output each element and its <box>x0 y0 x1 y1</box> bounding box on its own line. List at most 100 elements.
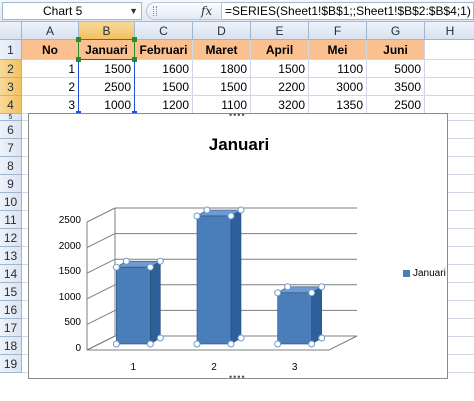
name-box-value: Chart 5 <box>43 4 83 18</box>
column-header-f[interactable]: F <box>309 22 367 40</box>
bar-selection-handle <box>227 212 235 220</box>
y-tick-label: 2500 <box>58 215 81 226</box>
insert-function-icon[interactable]: fx <box>201 3 212 19</box>
bar-selection-handle <box>274 289 282 297</box>
bar-selection-handle <box>112 263 120 271</box>
data-cell[interactable]: 3500 <box>367 78 425 96</box>
column-header-h[interactable]: H <box>425 22 474 40</box>
name-box-dropdown-icon[interactable]: ▼ <box>129 3 138 19</box>
bar-selection-handle <box>122 257 130 265</box>
column-header-d[interactable]: D <box>193 22 251 40</box>
row-header-11[interactable]: 11 <box>0 211 22 229</box>
range-handle[interactable] <box>132 37 137 42</box>
formula-input[interactable]: =SERIES(Sheet1!$B$1;;Sheet1!$B$2:$B$4;1) <box>222 2 474 20</box>
legend-swatch <box>403 270 410 277</box>
data-cell[interactable]: 2500 <box>367 96 425 114</box>
name-box[interactable]: Chart 5 ▼ <box>2 2 142 20</box>
gridline <box>86 233 116 249</box>
data-cell[interactable]: 3200 <box>251 96 309 114</box>
bar-side <box>150 260 161 345</box>
data-cell[interactable]: 1000 <box>79 96 135 114</box>
data-cell[interactable]: 1500 <box>193 78 251 96</box>
data-cell[interactable]: 2 <box>22 78 79 96</box>
column-header-g[interactable]: G <box>367 22 425 40</box>
data-cell[interactable]: 1500 <box>79 60 135 78</box>
range-handle[interactable] <box>76 57 81 62</box>
y-tick-label: 2000 <box>58 240 81 252</box>
row-header-15[interactable]: 15 <box>0 283 22 301</box>
row-header-13[interactable]: 13 <box>0 247 22 265</box>
data-cell[interactable]: 3000 <box>309 78 367 96</box>
select-all-corner[interactable] <box>0 22 22 40</box>
formula-bar-buttons: fx <box>146 2 222 20</box>
row-header-2[interactable]: 2 <box>0 60 22 78</box>
empty-cell[interactable] <box>425 96 474 114</box>
row-header-19[interactable]: 19 <box>0 355 22 373</box>
bar-selection-handle <box>318 283 326 291</box>
bar <box>116 266 151 345</box>
bar-selection-handle <box>193 212 201 220</box>
data-cell[interactable]: 1600 <box>135 60 193 78</box>
empty-cell[interactable] <box>425 78 474 96</box>
y-tick-label: 0 <box>75 343 81 354</box>
row-header-10[interactable]: 10 <box>0 193 22 211</box>
row-header-7[interactable]: 7 <box>0 139 22 157</box>
row-header-6[interactable]: 6 <box>0 121 22 139</box>
range-handle[interactable] <box>132 57 137 62</box>
header-cell[interactable]: Januari <box>79 40 135 60</box>
x-tick-label: 1 <box>130 362 137 373</box>
column-header-b[interactable]: B <box>79 22 135 40</box>
row-header-3[interactable]: 3 <box>0 78 22 96</box>
empty-cell[interactable] <box>425 60 474 78</box>
row-header-12[interactable]: 12 <box>0 229 22 247</box>
bar-selection-handle <box>146 340 154 348</box>
y-tick-label: 1000 <box>58 291 81 303</box>
range-handle[interactable] <box>76 37 81 42</box>
resize-handle-bottom[interactable]: •••• <box>229 372 246 382</box>
resize-handle-top[interactable]: •••• <box>229 110 246 120</box>
row-header-5[interactable]: 5 <box>0 114 22 121</box>
data-cell[interactable]: 2200 <box>251 78 309 96</box>
header-cell[interactable]: Februari <box>135 40 193 60</box>
row-header-17[interactable]: 17 <box>0 319 22 337</box>
data-cell[interactable]: 3 <box>22 96 79 114</box>
column-header-e[interactable]: E <box>251 22 309 40</box>
data-cell[interactable]: 1100 <box>309 60 367 78</box>
empty-cell[interactable] <box>425 40 474 60</box>
header-cell[interactable]: Mei <box>309 40 367 60</box>
column-header-c[interactable]: C <box>135 22 193 40</box>
gridline <box>86 284 116 300</box>
header-cell[interactable]: April <box>251 40 309 60</box>
row-header-18[interactable]: 18 <box>0 337 22 355</box>
data-cell[interactable]: 1 <box>22 60 79 78</box>
formula-bar: Chart 5 ▼ fx =SERIES(Sheet1!$B$1;;Sheet1… <box>0 0 474 22</box>
legend-label: Januari <box>413 268 446 279</box>
chart-title[interactable]: Januari <box>29 135 449 155</box>
header-cell[interactable]: No <box>22 40 79 60</box>
row-header-8[interactable]: 8 <box>0 157 22 175</box>
data-cell[interactable]: 1500 <box>135 78 193 96</box>
row-header-4[interactable]: 4 <box>0 96 22 114</box>
header-cell[interactable]: Maret <box>193 40 251 60</box>
gridline <box>86 309 116 325</box>
bar-selection-handle <box>146 263 154 271</box>
row-header-16[interactable]: 16 <box>0 301 22 319</box>
row-header-1[interactable]: 1 <box>0 40 22 60</box>
bar-selection-handle <box>237 206 245 214</box>
column-header-a[interactable]: A <box>22 22 79 40</box>
header-cell[interactable]: Juni <box>367 40 425 60</box>
bar-selection-handle <box>156 334 164 342</box>
data-cell[interactable]: 1500 <box>251 60 309 78</box>
bar-selection-handle <box>203 206 211 214</box>
chart-object[interactable]: Januari Januari 0 500 1000 1500 2000 2500 1 2 3 •… <box>28 110 449 382</box>
data-cell[interactable]: 2500 <box>79 78 135 96</box>
bar-selection-handle <box>237 334 245 342</box>
row-header-14[interactable]: 14 <box>0 265 22 283</box>
data-cell[interactable]: 1200 <box>135 96 193 114</box>
resize-grip-icon[interactable] <box>153 6 157 16</box>
chart-legend[interactable]: Januari <box>403 268 446 279</box>
data-cell[interactable]: 1350 <box>309 96 367 114</box>
row-header-9[interactable]: 9 <box>0 175 22 193</box>
data-cell[interactable]: 1800 <box>193 60 251 78</box>
data-cell[interactable]: 5000 <box>367 60 425 78</box>
